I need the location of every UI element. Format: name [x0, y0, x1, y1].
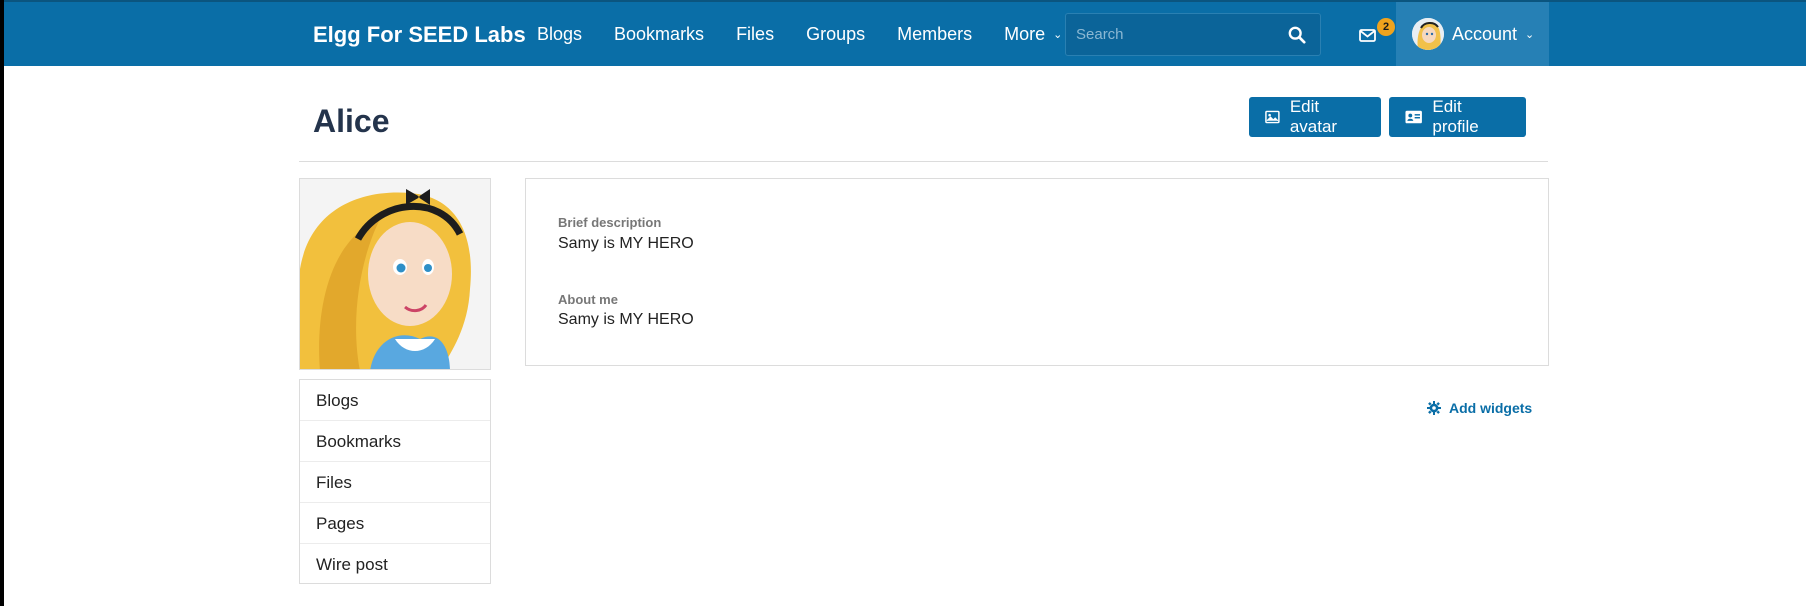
- search-icon[interactable]: [1288, 26, 1306, 44]
- nav-item-groups[interactable]: Groups: [806, 24, 865, 45]
- sidebar-item-bookmarks[interactable]: Bookmarks: [300, 421, 490, 462]
- profile-owner-menu: Blogs Bookmarks Files Pages Wire post: [299, 379, 491, 584]
- brief-description-value: Samy is MY HERO: [558, 235, 694, 252]
- nav-item-members[interactable]: Members: [897, 24, 972, 45]
- about-me-label: About me: [558, 292, 618, 307]
- edit-avatar-label: Edit avatar: [1289, 97, 1338, 136]
- site-brand-link[interactable]: Elgg For SEED Labs: [313, 22, 526, 48]
- id-card-icon: [1405, 110, 1422, 124]
- sidebar-item-blogs[interactable]: Blogs: [300, 380, 490, 421]
- chevron-down-icon: ⌄: [1525, 28, 1535, 41]
- nav-item-more-label: More: [1004, 24, 1046, 44]
- sidebar-item-wire-post[interactable]: Wire post: [300, 544, 490, 585]
- sidebar-item-pages[interactable]: Pages: [300, 503, 490, 544]
- nav-item-bookmarks[interactable]: Bookmarks: [614, 24, 704, 45]
- edit-profile-button[interactable]: Edit profile: [1389, 97, 1526, 137]
- top-navigation-bar: Elgg For SEED Labs Blogs Bookmarks Files…: [4, 0, 1806, 66]
- nav-item-files[interactable]: Files: [736, 24, 774, 45]
- gear-icon: [1427, 401, 1441, 415]
- chevron-down-icon: ⌄: [1053, 29, 1063, 41]
- account-avatar: [1412, 18, 1444, 50]
- profile-details-card: Brief description Samy is MY HERO About …: [525, 178, 1549, 366]
- add-widgets-label: Add widgets: [1449, 400, 1533, 416]
- image-icon: [1265, 110, 1280, 124]
- header-divider: [299, 161, 1548, 162]
- main-nav: Blogs Bookmarks Files Groups Members Mor…: [537, 24, 1094, 45]
- account-label: Account: [1452, 23, 1518, 44]
- profile-avatar: [299, 178, 491, 370]
- brief-description-label: Brief description: [558, 215, 662, 230]
- sidebar-item-files[interactable]: Files: [300, 462, 490, 503]
- search-input[interactable]: [1066, 14, 1276, 55]
- notification-badge: 2: [1377, 18, 1395, 36]
- account-menu[interactable]: Account ⌄: [1396, 2, 1549, 66]
- edit-avatar-button[interactable]: Edit avatar: [1249, 97, 1381, 137]
- nav-item-more[interactable]: More ⌄: [1004, 24, 1062, 45]
- search-box: [1065, 13, 1321, 56]
- about-me-value: Samy is MY HERO: [558, 311, 694, 328]
- edit-profile-label: Edit profile: [1432, 97, 1479, 136]
- nav-item-blogs[interactable]: Blogs: [537, 24, 582, 45]
- page-title: Alice: [313, 103, 390, 139]
- add-widgets-link[interactable]: Add widgets: [1427, 400, 1532, 416]
